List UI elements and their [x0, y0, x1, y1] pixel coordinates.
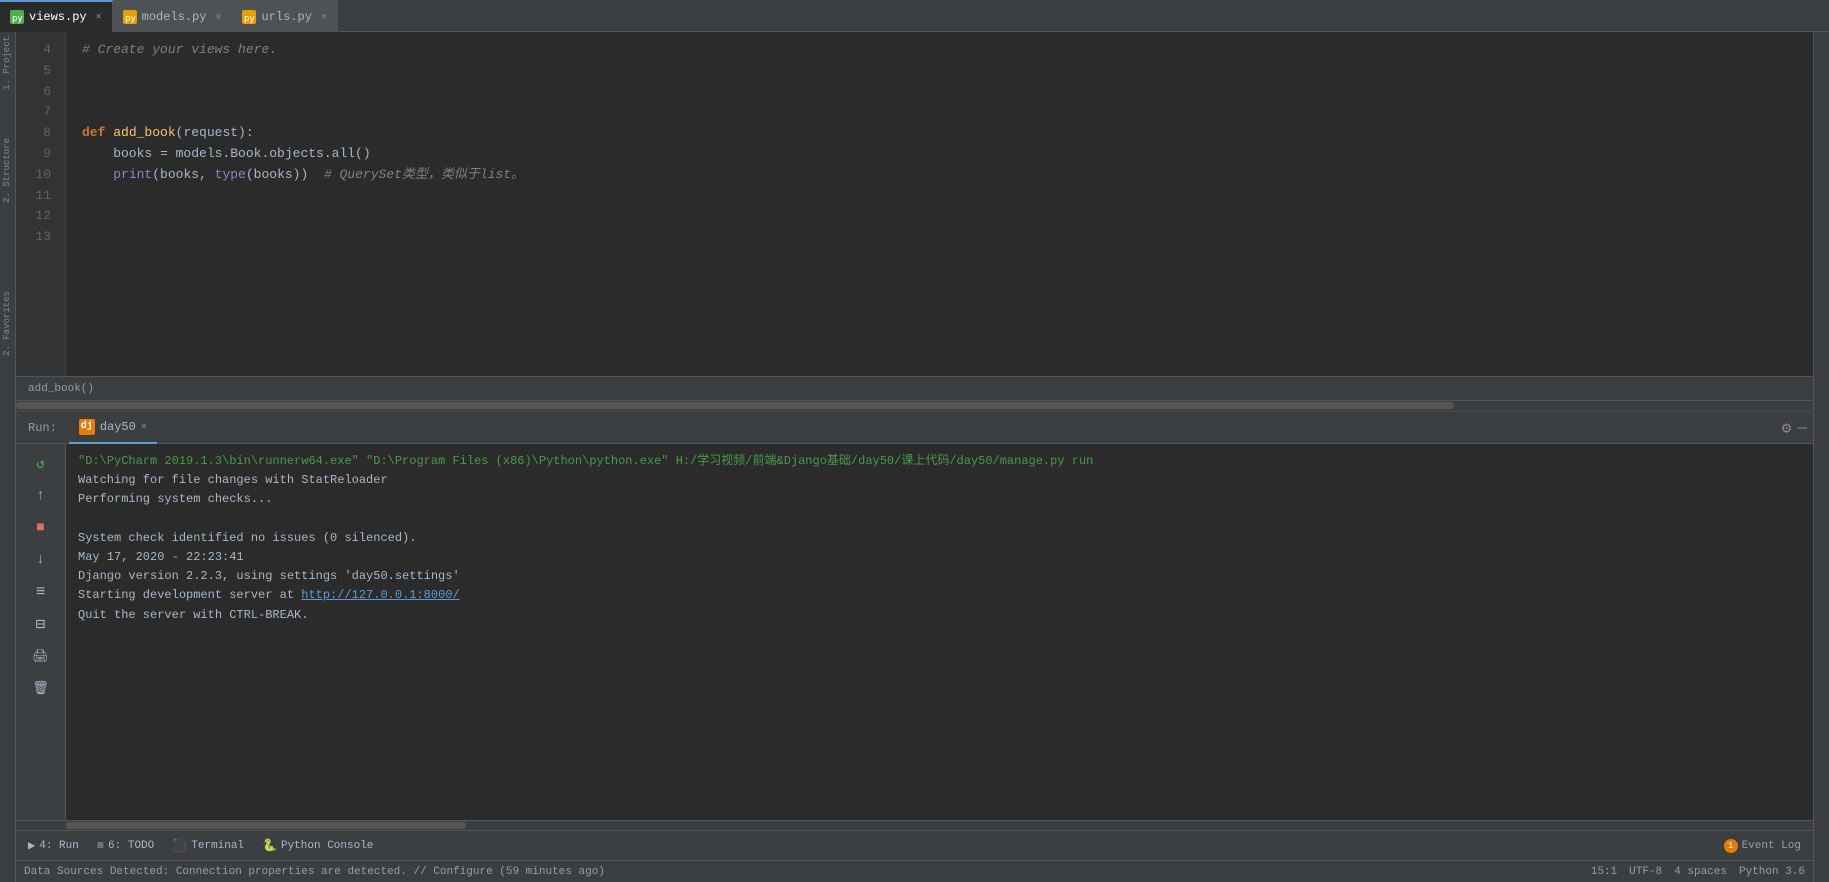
run-bottom-label: 4: Run: [39, 840, 79, 852]
editor-scrollbar[interactable]: [16, 400, 1813, 410]
status-position: 15:1: [1591, 866, 1617, 878]
urls-py-icon: py: [242, 10, 256, 24]
run-output[interactable]: "D:\PyCharm 2019.1.3\bin\runnerw64.exe" …: [66, 444, 1813, 820]
line-num-13: 13: [16, 227, 57, 248]
todo-label: 6: TODO: [108, 840, 154, 852]
tab-urls-py-close[interactable]: ✕: [321, 11, 327, 23]
tab-models-py[interactable]: py models.py ✕: [113, 0, 233, 32]
line-num-11: 11: [16, 186, 57, 207]
event-log-badge: 1: [1724, 839, 1738, 853]
tab-urls-py-label: urls.py: [261, 10, 311, 24]
code-content[interactable]: # Create your views here. def add_book(r…: [66, 32, 1813, 376]
breadcrumb-text: add_book(): [28, 383, 94, 395]
tab-urls-py[interactable]: py urls.py ✕: [232, 0, 337, 32]
run-toolbar: ↺ ↑ ■ ↓ ≡ ⊟ 🖨 🗑: [16, 444, 66, 820]
output-line-3: System check identified no issues (0 sil…: [78, 529, 1801, 548]
todo-icon: ≡: [97, 839, 104, 853]
left-sidebar: 1. Project 2. Structure 2. Favorites: [0, 32, 16, 882]
breadcrumb: add_book(): [16, 376, 1813, 400]
line-num-9: 9: [16, 144, 57, 165]
bottom-toolbar: ▶ 4: Run ≡ 6: TODO ⬛ Terminal 🐍 Python C…: [16, 830, 1813, 860]
run-bottom-btn[interactable]: ▶ 4: Run: [20, 834, 87, 858]
tab-views-py[interactable]: py views.py ✕: [0, 0, 113, 32]
status-right: 15:1 UTF-8 4 spaces Python 3.6: [1591, 866, 1805, 878]
python-console-label: Python Console: [281, 840, 373, 852]
views-py-icon: py: [10, 10, 24, 24]
run-scrollbar-thumb[interactable]: [66, 822, 466, 829]
right-sidebar: [1813, 32, 1829, 882]
status-bar: Data Sources Detected: Connection proper…: [16, 860, 1813, 882]
editor-container: 4 5 6 7 8 9 10 11 12 13 # Create your vi…: [16, 32, 1813, 882]
settings-icon[interactable]: ⚙: [1782, 418, 1792, 438]
structure-label: 2. Structure: [0, 134, 15, 207]
line-num-12: 12: [16, 206, 57, 227]
output-line-blank: [78, 510, 1801, 529]
run-panel: Run: dj day50 ✕ ⚙ — ↺ ↑ ■ ↓ ≡ ⊟: [16, 410, 1813, 830]
line-num-5: 5: [16, 61, 57, 82]
main-content: 1. Project 2. Structure 2. Favorites 4 5…: [0, 32, 1829, 882]
line-num-8: 8: [16, 123, 57, 144]
line-num-6: 6: [16, 82, 57, 103]
run-panel-header: Run: dj day50 ✕ ⚙ —: [16, 412, 1813, 444]
python-console-btn[interactable]: 🐍 Python Console: [254, 834, 381, 858]
output-line-2: Performing system checks...: [78, 490, 1801, 509]
output-line-1: Watching for file changes with StatReloa…: [78, 471, 1801, 490]
status-left: Data Sources Detected: Connection proper…: [24, 866, 605, 878]
tab-bar: py views.py ✕ py models.py ✕ py urls.py …: [0, 0, 1829, 32]
delete-button[interactable]: 🗑: [27, 674, 55, 702]
line-num-4: 4: [16, 40, 57, 61]
run-panel-pin[interactable]: —: [1797, 419, 1807, 437]
todo-btn[interactable]: ≡ 6: TODO: [89, 834, 162, 858]
terminal-btn[interactable]: ⬛ Terminal: [164, 834, 252, 858]
code-editor: 4 5 6 7 8 9 10 11 12 13 # Create your vi…: [16, 32, 1813, 376]
server-link[interactable]: http://127.0.0.1:8000/: [301, 588, 459, 602]
event-log-label: Event Log: [1742, 840, 1801, 852]
models-py-icon: py: [123, 10, 137, 24]
scroll-up-button[interactable]: ↑: [27, 482, 55, 510]
svg-text:py: py: [244, 14, 255, 24]
stop-button[interactable]: ■: [27, 514, 55, 542]
django-icon: dj: [79, 419, 95, 435]
line-num-7: 7: [16, 102, 57, 123]
event-log-btn[interactable]: 1 Event Log: [1716, 834, 1809, 858]
line-numbers: 4 5 6 7 8 9 10 11 12 13: [16, 32, 66, 376]
line-num-10: 10: [16, 165, 57, 186]
run-panel-body: ↺ ↑ ■ ↓ ≡ ⊟ 🖨 🗑 "D:\PyCharm 2019.1.3\bin…: [16, 444, 1813, 820]
output-line-7: Quit the server with CTRL-BREAK.: [78, 606, 1801, 625]
output-line-5: Django version 2.2.3, using settings 'da…: [78, 567, 1801, 586]
run-tab-close[interactable]: ✕: [141, 421, 147, 433]
scroll-down-button[interactable]: ↓: [27, 546, 55, 574]
filter-button[interactable]: ⊟: [27, 610, 55, 638]
rerun-button[interactable]: ↺: [27, 450, 55, 478]
output-line-4: May 17, 2020 - 22:23:41: [78, 548, 1801, 567]
status-python-version: Python 3.6: [1739, 866, 1805, 878]
favorites-label: 2. Favorites: [0, 287, 15, 360]
terminal-icon: ⬛: [172, 838, 187, 853]
run-tab-day50[interactable]: dj day50 ✕: [69, 412, 157, 444]
run-tab-name: day50: [100, 420, 136, 434]
svg-text:py: py: [125, 14, 136, 24]
editor-scrollbar-thumb[interactable]: [16, 402, 1454, 409]
tab-views-py-label: views.py: [29, 10, 87, 24]
tab-models-py-label: models.py: [142, 10, 207, 24]
run-scrollbar[interactable]: [16, 820, 1813, 830]
tab-models-py-close[interactable]: ✕: [215, 11, 221, 23]
soft-wrap-button[interactable]: ≡: [27, 578, 55, 606]
status-indent: 4 spaces: [1674, 866, 1727, 878]
svg-text:py: py: [12, 14, 23, 24]
project-label: 1. Project: [0, 32, 15, 94]
status-encoding: UTF-8: [1629, 866, 1662, 878]
output-line-6: Starting development server at http://12…: [78, 586, 1801, 605]
output-line-cmd: "D:\PyCharm 2019.1.3\bin\runnerw64.exe" …: [78, 452, 1801, 471]
tab-views-py-close[interactable]: ✕: [96, 11, 102, 23]
status-message: Data Sources Detected: Connection proper…: [24, 866, 605, 878]
terminal-label: Terminal: [191, 840, 244, 852]
print-button[interactable]: 🖨: [27, 642, 55, 670]
python-console-icon: 🐍: [262, 838, 277, 853]
run-play-icon: ▶: [28, 838, 35, 853]
run-label: Run:: [16, 421, 69, 435]
